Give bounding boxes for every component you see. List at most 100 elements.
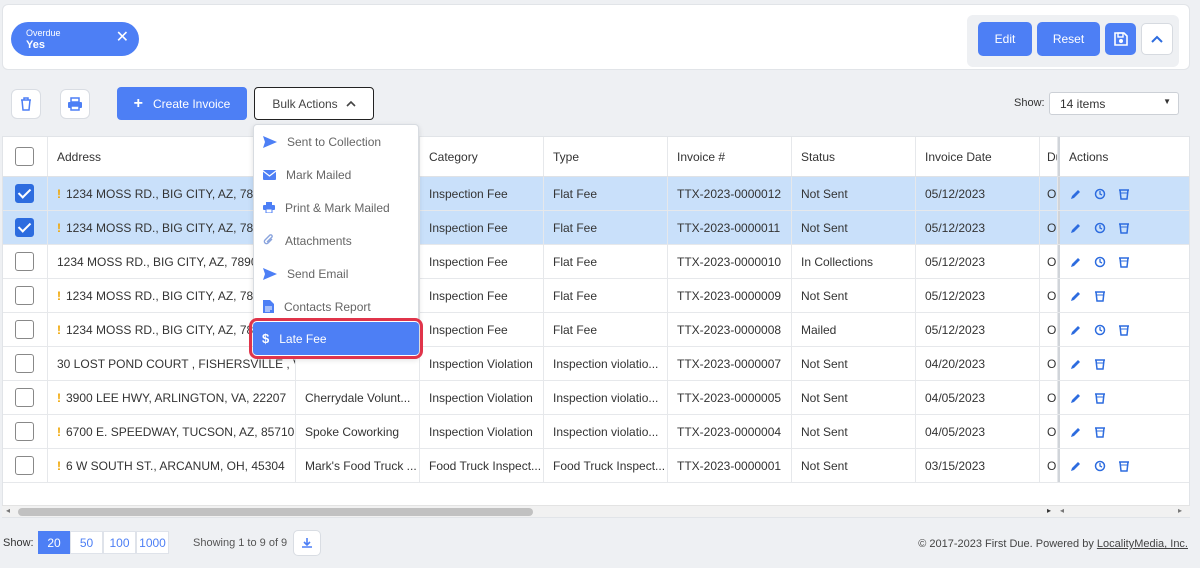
cell-invoice: TTX-2023-0000001: [668, 449, 792, 482]
trash-icon[interactable]: [1118, 256, 1130, 268]
create-invoice-button[interactable]: + Create Invoice: [117, 87, 247, 120]
download-button[interactable]: [293, 530, 321, 556]
page-size-20[interactable]: 20: [38, 531, 70, 554]
row-checkbox[interactable]: [15, 422, 34, 441]
edit-button[interactable]: Edit: [978, 22, 1032, 56]
close-icon[interactable]: ✕: [116, 28, 129, 48]
warning-icon: !: [57, 424, 61, 439]
table-row[interactable]: ! 1234 MOSS RD., BIG CITY, AZ, 78901 Inspe…: [3, 211, 1189, 245]
horizontal-scrollbar[interactable]: ◂ ▸ ◂ ▸: [2, 505, 1190, 517]
table-row[interactable]: 1234 MOSS RD., BIG CITY, AZ, 78901 Inspec…: [3, 245, 1189, 279]
row-checkbox[interactable]: [15, 184, 34, 203]
row-checkbox[interactable]: [15, 286, 34, 305]
column-header[interactable]: Du: [1040, 137, 1058, 176]
pencil-icon[interactable]: [1070, 324, 1082, 336]
pencil-icon[interactable]: [1070, 392, 1082, 404]
table-row[interactable]: ! 1234 MOSS RD., BIG CITY, AZ, 78901 Inspe…: [3, 313, 1189, 347]
column-header[interactable]: Invoice #: [668, 137, 792, 176]
table-row[interactable]: 30 LOST POND COURT , FISHERSVILLE , VA, …: [3, 347, 1189, 381]
pencil-icon[interactable]: [1070, 222, 1082, 234]
cell-status: Not Sent: [792, 279, 916, 312]
row-checkbox[interactable]: [15, 354, 34, 373]
column-header[interactable]: Category: [420, 137, 544, 176]
pencil-icon[interactable]: [1070, 188, 1082, 200]
page-size-50[interactable]: 50: [70, 531, 103, 554]
page-size-value: 14 items: [1060, 97, 1106, 111]
menu-item-late-fee[interactable]: $ Late Fee: [249, 318, 423, 359]
history-icon[interactable]: [1094, 256, 1106, 268]
pencil-icon[interactable]: [1070, 426, 1082, 438]
collapse-button[interactable]: [1141, 23, 1173, 55]
cell-type-text: Inspection violatio...: [553, 356, 659, 371]
trash-icon[interactable]: [1118, 324, 1130, 336]
menu-item-send-email[interactable]: Send Email: [254, 257, 420, 290]
cell-name-text: Spoke Coworking: [305, 424, 400, 439]
table-row[interactable]: ! 6700 E. SPEEDWAY, TUCSON, AZ, 85710 Spok…: [3, 415, 1189, 449]
cell-due-text: O: [1047, 390, 1057, 405]
cell-category: Inspection Violation: [420, 347, 544, 380]
row-checkbox[interactable]: [15, 252, 34, 271]
select-all-checkbox[interactable]: [15, 147, 34, 166]
cell-status-text: Not Sent: [801, 424, 848, 439]
cell-category: Inspection Fee: [420, 211, 544, 244]
scroll-right-icon[interactable]: ▸: [1178, 506, 1182, 515]
print-button[interactable]: [60, 89, 90, 119]
pencil-icon[interactable]: [1070, 358, 1082, 370]
trash-icon[interactable]: [1094, 392, 1106, 404]
reset-button[interactable]: Reset: [1037, 22, 1100, 56]
cell-status: Not Sent: [792, 177, 916, 210]
trash-icon[interactable]: [1118, 188, 1130, 200]
bulk-actions-button[interactable]: Bulk Actions: [254, 87, 374, 120]
pencil-icon[interactable]: [1070, 290, 1082, 302]
scroll-left-icon[interactable]: ◂: [1060, 506, 1064, 515]
table-row[interactable]: ! 1234 MOSS RD., BIG CITY, AZ, 78901 Inspe…: [3, 279, 1189, 313]
page-size-100[interactable]: 100: [103, 531, 136, 554]
pencil-icon[interactable]: [1070, 460, 1082, 472]
scroll-right-icon[interactable]: ▸: [1047, 506, 1051, 515]
history-icon[interactable]: [1094, 324, 1106, 336]
cell-date-text: 05/12/2023: [925, 322, 986, 337]
cell-actions: [1058, 177, 1189, 210]
table-row[interactable]: ! 3900 LEE HWY, ARLINGTON, VA, 22207 Cherr…: [3, 381, 1189, 415]
menu-item-contacts-report[interactable]: Contacts Report: [254, 290, 420, 323]
history-icon[interactable]: [1094, 460, 1106, 472]
cell-name: Cherrydale Volunt...: [296, 381, 420, 414]
trash-icon[interactable]: [1094, 358, 1106, 370]
scrollbar-thumb[interactable]: [18, 508, 533, 516]
powered-by-link[interactable]: LocalityMedia, Inc.: [1097, 538, 1188, 550]
cell-status: Mailed: [792, 313, 916, 346]
trash-icon[interactable]: [1094, 290, 1106, 302]
row-checkbox[interactable]: [15, 320, 34, 339]
cell-actions: [1058, 381, 1189, 414]
menu-item-label: Sent to Collection: [287, 134, 382, 149]
menu-item-print-mark-mailed[interactable]: Print & Mark Mailed: [254, 191, 420, 224]
delete-bulk-button[interactable]: [11, 89, 41, 119]
column-header[interactable]: Invoice Date: [916, 137, 1040, 176]
column-header[interactable]: Type: [544, 137, 668, 176]
trash-icon[interactable]: [1118, 222, 1130, 234]
cell-status: Not Sent: [792, 415, 916, 448]
save-button[interactable]: [1105, 23, 1136, 55]
trash-icon[interactable]: [1094, 426, 1106, 438]
page-size-select[interactable]: 14 items ▼: [1049, 92, 1179, 115]
cell-address: ! 6 W SOUTH ST., ARCANUM, OH, 45304: [48, 449, 296, 482]
history-icon[interactable]: [1094, 222, 1106, 234]
trash-icon[interactable]: [1118, 460, 1130, 472]
cell-address-text: 6 W SOUTH ST., ARCANUM, OH, 45304: [66, 458, 285, 473]
table-row[interactable]: ! 6 W SOUTH ST., ARCANUM, OH, 45304 Mark's…: [3, 449, 1189, 483]
filter-chip-overdue[interactable]: Overdue Yes ✕: [11, 22, 139, 56]
cell-status: In Collections: [792, 245, 916, 278]
row-checkbox[interactable]: [15, 388, 34, 407]
menu-item-sent-to-collection[interactable]: Sent to Collection: [254, 125, 420, 158]
cell-invoice: TTX-2023-0000007: [668, 347, 792, 380]
menu-item-attachments[interactable]: Attachments: [254, 224, 420, 257]
column-header[interactable]: Status: [792, 137, 916, 176]
pencil-icon[interactable]: [1070, 256, 1082, 268]
menu-item-mark-mailed[interactable]: Mark Mailed: [254, 158, 420, 191]
row-checkbox[interactable]: [15, 456, 34, 475]
table-row[interactable]: ! 1234 MOSS RD., BIG CITY, AZ, 78901 Inspe…: [3, 177, 1189, 211]
scroll-left-icon[interactable]: ◂: [6, 506, 10, 515]
row-checkbox[interactable]: [15, 218, 34, 237]
history-icon[interactable]: [1094, 188, 1106, 200]
page-size-1000[interactable]: 1000: [136, 531, 169, 554]
